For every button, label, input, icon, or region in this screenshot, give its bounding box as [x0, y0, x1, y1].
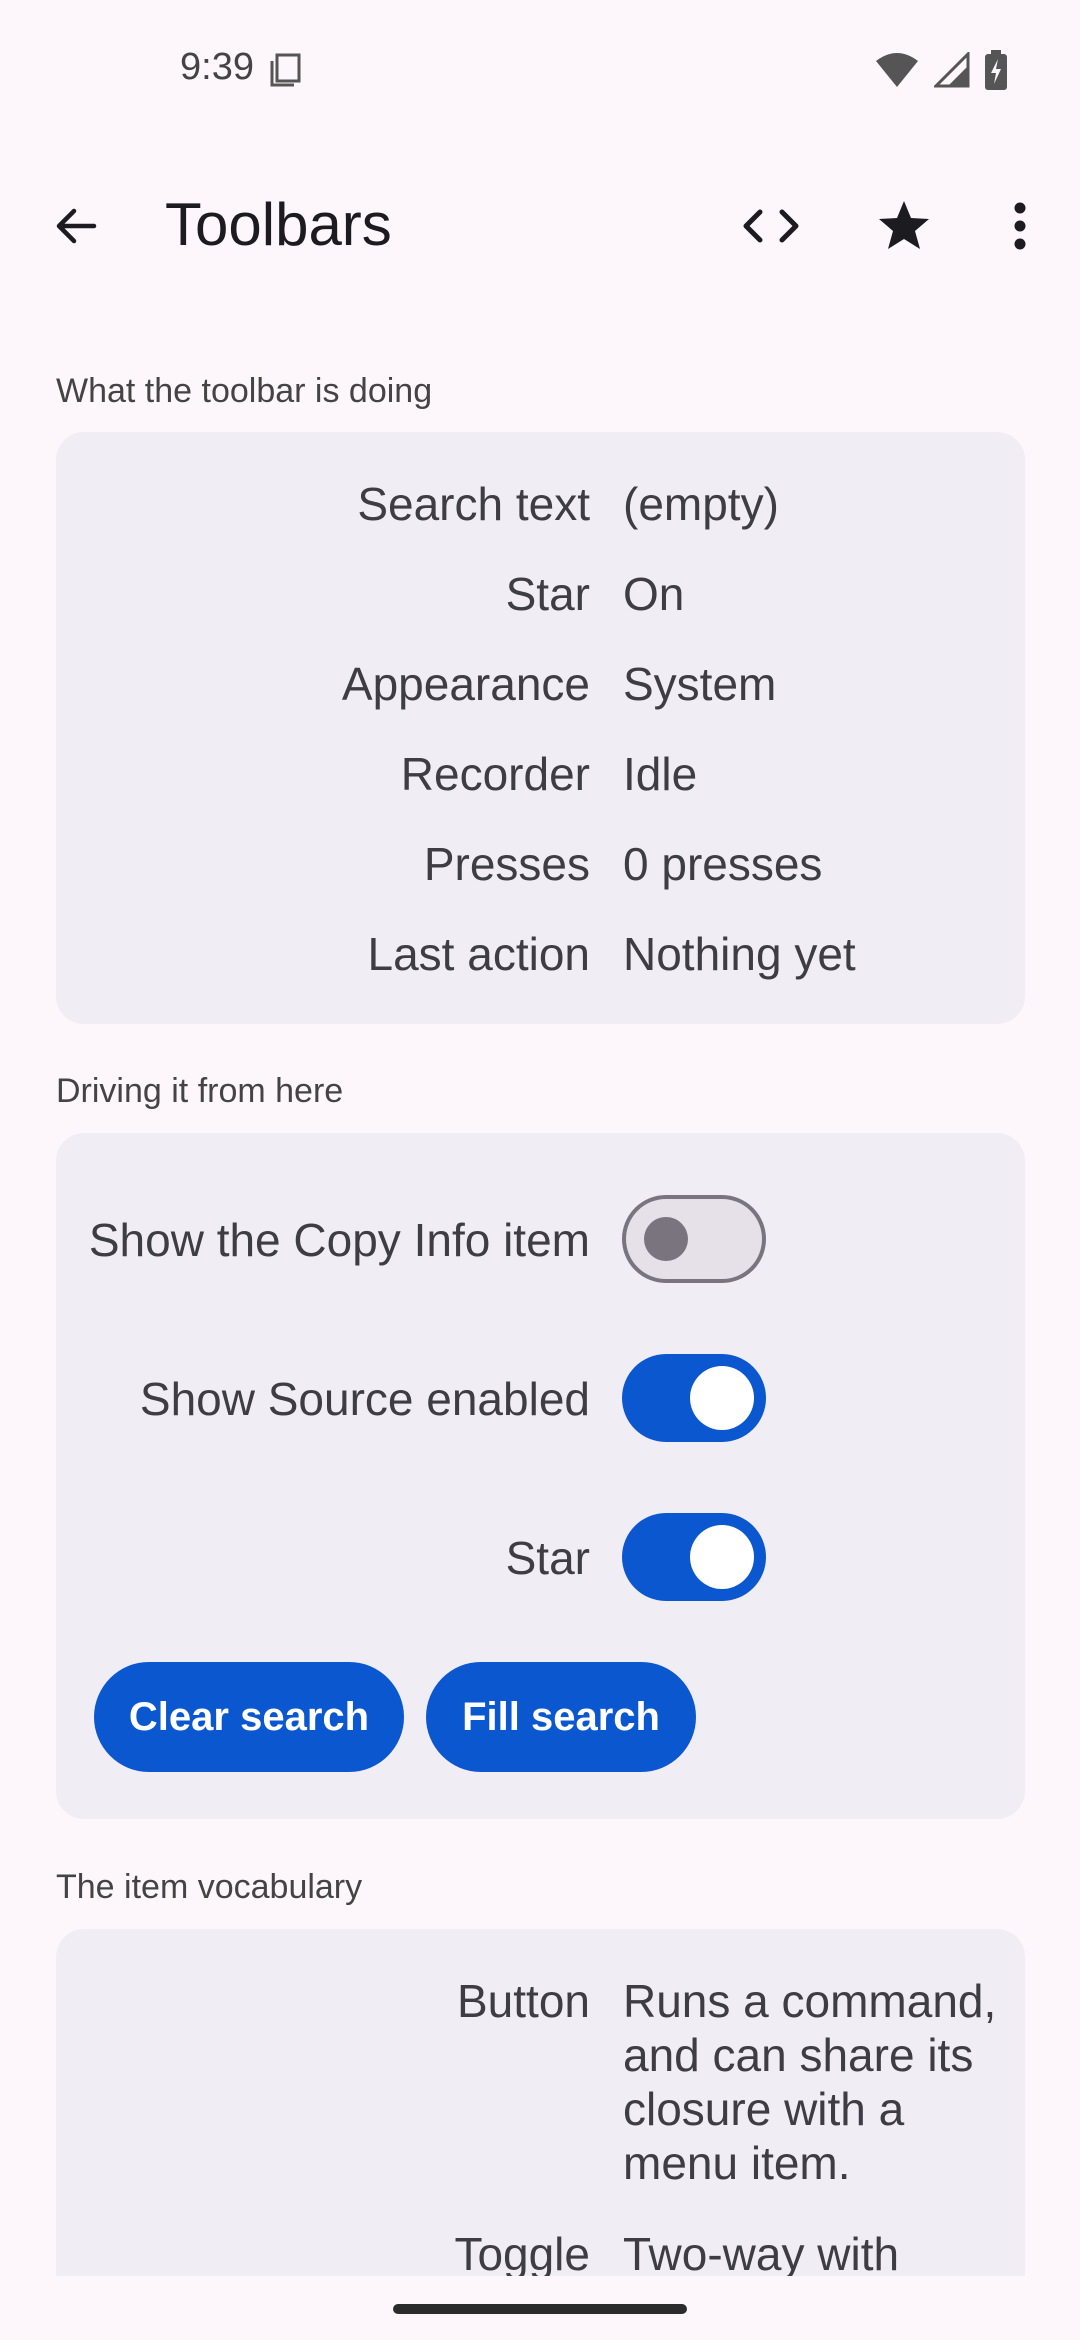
state-key: Search text: [357, 478, 590, 530]
controls-card: Show the Copy Info item Show Source enab…: [56, 1133, 1025, 1819]
state-value: Idle: [623, 748, 698, 800]
status-time: 9:39: [180, 46, 254, 88]
state-row-recorder: Recorder Idle: [56, 747, 1025, 817]
show-source-toggle-row: Show Source enabled: [56, 1354, 1025, 1450]
vocab-key: Toggle: [454, 2228, 590, 2276]
star-switch[interactable]: [622, 1513, 766, 1601]
arrow-back-icon: [56, 208, 97, 244]
state-value: System: [623, 658, 777, 710]
clear-search-button[interactable]: Clear search: [94, 1662, 404, 1772]
show-source-button[interactable]: [735, 194, 807, 258]
top-app-bar: Toolbars: [0, 170, 1080, 282]
screenshot-notification-icon: [268, 52, 302, 88]
vocab-key: Button: [457, 1975, 590, 2027]
switch-thumb: [690, 1525, 754, 1589]
section-label-driving: Driving it from here: [56, 1072, 344, 1110]
switch-thumb: [690, 1366, 754, 1430]
state-key: Last action: [367, 928, 590, 980]
vocab-card: Button Runs a command, and can share its…: [56, 1929, 1025, 2276]
section-label-state: What the toolbar is doing: [56, 372, 433, 410]
state-key: Appearance: [341, 658, 590, 710]
back-button[interactable]: [44, 194, 108, 258]
star-toggle-label: Star: [505, 1532, 590, 1584]
wifi-icon: [874, 51, 920, 94]
state-key: Recorder: [400, 748, 590, 800]
more-vert-icon: [1014, 202, 1026, 250]
fill-search-button[interactable]: Fill search: [426, 1662, 696, 1772]
state-key: Star: [505, 568, 590, 620]
star-button[interactable]: [868, 190, 940, 262]
copy-info-toggle-label: Show the Copy Info item: [88, 1214, 590, 1266]
state-value: (empty): [623, 478, 779, 530]
star-icon: [879, 201, 929, 249]
copy-info-toggle-row: Show the Copy Info item: [56, 1195, 1025, 1291]
battery-charging-icon: [984, 50, 1008, 95]
state-row-search-text: Search text (empty): [56, 477, 1025, 547]
state-key: Presses: [423, 838, 590, 890]
state-row-appearance: Appearance System: [56, 657, 1025, 727]
home-gesture-handle[interactable]: [393, 2304, 687, 2314]
show-source-toggle-label: Show Source enabled: [139, 1373, 590, 1425]
more-options-button[interactable]: [996, 194, 1044, 258]
show-source-switch[interactable]: [622, 1354, 766, 1442]
code-icon: [743, 209, 799, 243]
cell-signal-icon: [932, 50, 970, 93]
navigation-bar: [0, 2276, 1080, 2340]
state-card: Search text (empty) Star On Appearance S…: [56, 432, 1025, 1024]
section-label-vocab: The item vocabulary: [56, 1868, 363, 1906]
state-row-presses: Presses 0 presses: [56, 837, 1025, 907]
state-row-star: Star On: [56, 567, 1025, 637]
status-bar: 9:39: [0, 0, 1080, 140]
page-title: Toolbars: [165, 191, 392, 258]
state-value: On: [623, 568, 685, 620]
switch-thumb: [644, 1217, 688, 1261]
copy-info-switch[interactable]: [622, 1195, 766, 1283]
vocab-value: Runs a command, and can share its closur…: [623, 1975, 997, 2189]
state-row-last-action: Last action Nothing yet: [56, 927, 1025, 997]
state-value: Nothing yet: [623, 928, 856, 980]
state-value: 0 presses: [623, 838, 823, 890]
vocab-value: Two-way with: [623, 2228, 900, 2276]
star-toggle-row: Star: [56, 1513, 1025, 1609]
